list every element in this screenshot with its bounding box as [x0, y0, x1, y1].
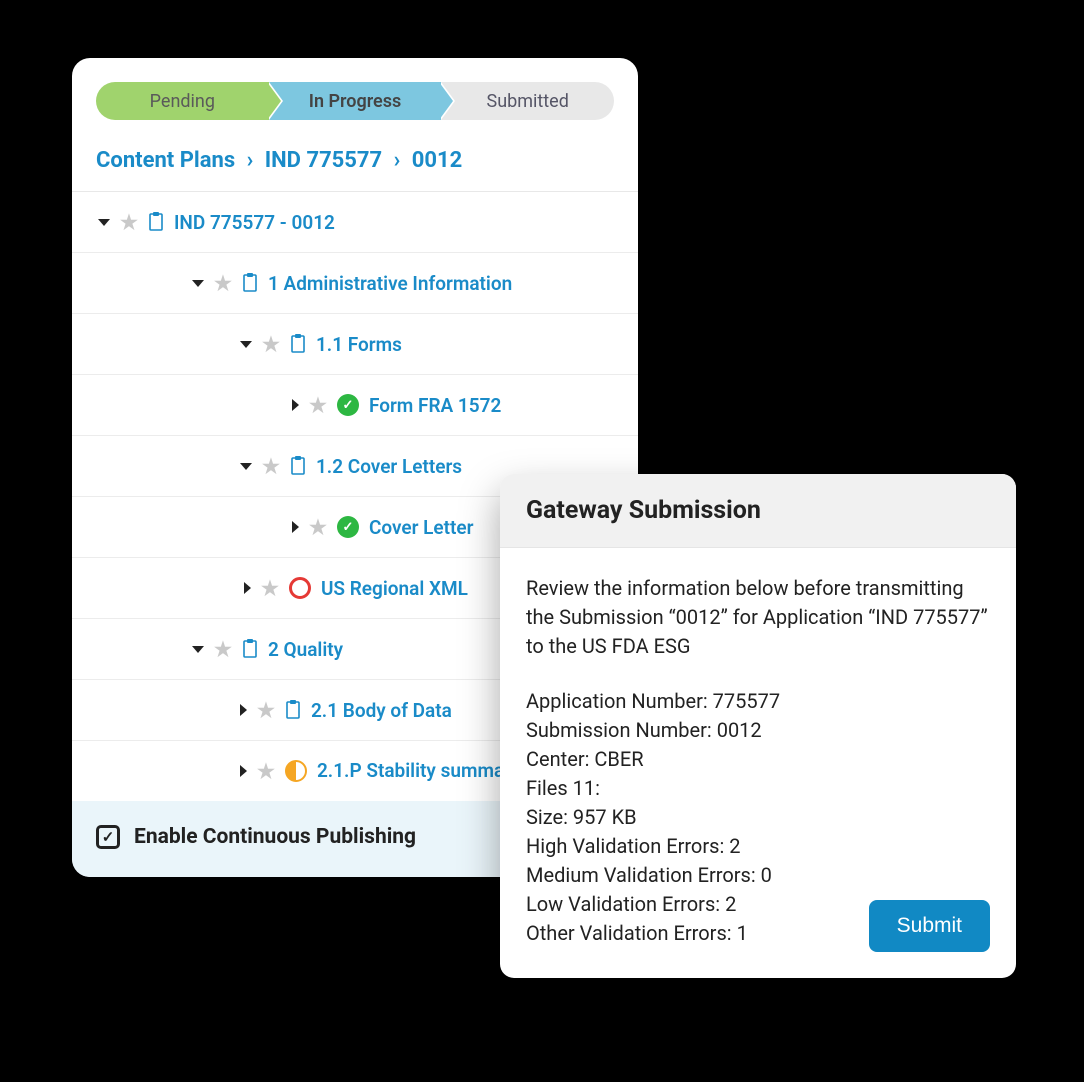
breadcrumb-item[interactable]: Content Plans — [96, 148, 235, 173]
tree-node-label: IND 775577 - 0012 — [174, 211, 618, 234]
clipboard-icon — [148, 212, 164, 232]
star-icon[interactable]: ★ — [214, 637, 232, 661]
caret-down-icon[interactable] — [192, 280, 204, 287]
tree-node-section[interactable]: ★ 1.1 Forms — [72, 314, 638, 375]
status-partial-icon — [285, 760, 307, 782]
tree-node-document[interactable]: ★ ✓ Form FRA 1572 — [72, 375, 638, 436]
field-high-errors: High Validation Errors: 2 — [526, 832, 990, 861]
clipboard-icon — [290, 456, 306, 476]
tree-node-section[interactable]: ★ 1 Administrative Information — [72, 253, 638, 314]
caret-down-icon[interactable] — [192, 646, 204, 653]
toggle-label: Enable Continuous Publishing — [134, 825, 416, 849]
caret-down-icon[interactable] — [98, 219, 110, 226]
field-files: Files 11: — [526, 774, 990, 803]
progress-step-in-progress[interactable]: In Progress — [269, 82, 442, 120]
star-icon[interactable]: ★ — [214, 271, 232, 295]
progress-step-pending[interactable]: Pending — [96, 82, 269, 120]
tree-node-label: 1 Administrative Information — [268, 272, 618, 295]
clipboard-icon — [290, 334, 306, 354]
field-submission-number: Submission Number: 0012 — [526, 716, 990, 745]
modal-title: Gateway Submission — [500, 474, 1016, 548]
progress-step-submitted[interactable]: Submitted — [441, 82, 614, 120]
caret-right-icon[interactable] — [292, 399, 299, 411]
star-icon[interactable]: ★ — [120, 210, 138, 234]
progress-step-label: Submitted — [487, 91, 569, 112]
caret-right-icon[interactable] — [240, 765, 247, 777]
caret-right-icon[interactable] — [244, 582, 251, 594]
field-size: Size: 957 KB — [526, 803, 990, 832]
chevron-right-icon: › — [394, 148, 401, 173]
chevron-right-icon: › — [247, 148, 254, 173]
star-icon[interactable]: ★ — [262, 454, 280, 478]
checkbox-checked-icon[interactable] — [96, 825, 120, 849]
status-complete-icon: ✓ — [337, 394, 359, 416]
star-icon[interactable]: ★ — [257, 698, 275, 722]
caret-down-icon[interactable] — [240, 463, 252, 470]
clipboard-icon — [242, 273, 258, 293]
field-application-number: Application Number: 775577 — [526, 687, 990, 716]
breadcrumb-item[interactable]: 0012 — [412, 148, 463, 173]
tree-node-label: 1.1 Forms — [316, 333, 618, 356]
status-empty-icon — [289, 577, 311, 599]
progress-step-label: In Progress — [309, 91, 401, 112]
star-icon[interactable]: ★ — [262, 332, 280, 356]
gateway-submission-modal: Gateway Submission Review the informatio… — [500, 474, 1016, 978]
star-icon[interactable]: ★ — [257, 759, 275, 783]
submit-button[interactable]: Submit — [869, 900, 990, 952]
breadcrumb-item[interactable]: IND 775577 — [265, 148, 382, 173]
caret-down-icon[interactable] — [240, 341, 252, 348]
tree-node-root[interactable]: ★ IND 775577 - 0012 — [72, 192, 638, 253]
breadcrumb: Content Plans › IND 775577 › 0012 — [72, 120, 638, 191]
star-icon[interactable]: ★ — [309, 393, 327, 417]
field-center: Center: CBER — [526, 745, 990, 774]
clipboard-icon — [285, 700, 301, 720]
star-icon[interactable]: ★ — [309, 515, 327, 539]
modal-intro-text: Review the information below before tran… — [526, 574, 990, 661]
field-medium-errors: Medium Validation Errors: 0 — [526, 861, 990, 890]
caret-right-icon[interactable] — [240, 704, 247, 716]
star-icon[interactable]: ★ — [261, 576, 279, 600]
caret-right-icon[interactable] — [292, 521, 299, 533]
tree-node-label: Form FRA 1572 — [369, 394, 618, 417]
progress-step-label: Pending — [150, 91, 215, 112]
workflow-progress: Pending In Progress Submitted — [72, 58, 638, 120]
status-complete-icon: ✓ — [337, 516, 359, 538]
clipboard-icon — [242, 639, 258, 659]
